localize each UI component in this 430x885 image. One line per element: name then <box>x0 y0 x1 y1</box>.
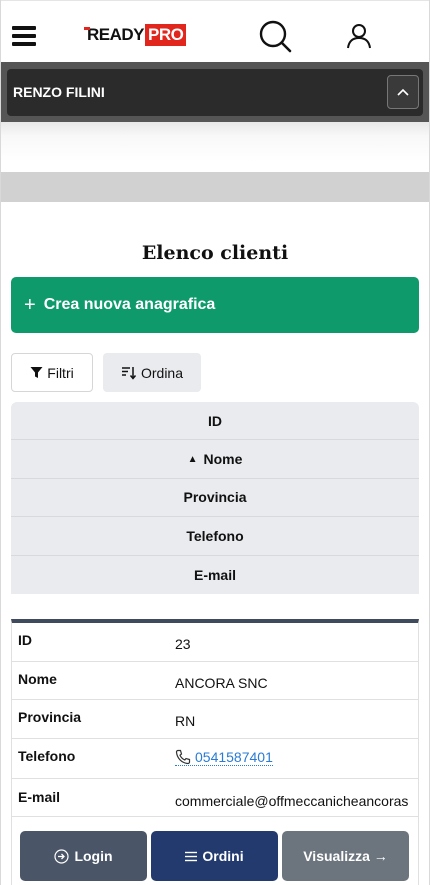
client-field-id: ID 23 <box>12 623 418 662</box>
sort-button[interactable]: Ordina <box>103 353 201 392</box>
phone-link[interactable]: 0541587401 <box>175 749 273 766</box>
sort-options-table: ID ▲ Nome Provincia Telefono E-mail <box>11 402 419 594</box>
field-label: Provincia <box>18 709 82 725</box>
client-field-telefono: Telefono 0541587401 <box>12 739 418 779</box>
login-icon <box>54 848 70 864</box>
sort-option-label: Nome <box>203 451 243 468</box>
phone-icon <box>175 749 191 764</box>
filter-button[interactable]: Filtri <box>11 353 93 392</box>
sort-option-email[interactable]: E-mail <box>11 556 419 594</box>
sort-label: Ordina <box>140 364 184 381</box>
sort-option-label: ID <box>208 412 222 429</box>
hamburger-icon[interactable] <box>12 26 36 46</box>
shadow-spacer <box>1 122 429 172</box>
sort-option-provincia[interactable]: Provincia <box>11 479 419 518</box>
client-field-email: E-mail commerciale@offmeccanicheancoras <box>12 779 418 817</box>
caret-up-icon: ▲ <box>187 453 198 465</box>
client-actions: Login Ordini Visualizza → <box>20 831 412 881</box>
list-icon <box>185 851 198 861</box>
top-header: READY PRO <box>1 0 429 62</box>
field-label: Nome <box>18 670 57 687</box>
grey-band <box>1 172 429 202</box>
ready-pro-logo[interactable]: READY PRO <box>83 24 187 46</box>
search-icon[interactable] <box>257 19 293 55</box>
field-value: RN <box>175 713 196 729</box>
orders-label: Ordini <box>202 848 244 864</box>
user-icon[interactable] <box>346 23 372 49</box>
plus-icon: + <box>24 294 36 316</box>
collapse-button[interactable] <box>387 75 419 109</box>
filter-label: Filtri <box>47 364 74 381</box>
view-label: Visualizza → <box>303 848 388 864</box>
logo-pro-text: PRO <box>145 24 187 46</box>
client-card: ID 23 Nome ANCORA SNC Provincia RN Telef… <box>11 619 419 885</box>
page-title: Elenco clienti <box>141 242 289 264</box>
field-label: ID <box>18 632 32 648</box>
sort-option-nome[interactable]: ▲ Nome <box>11 440 419 479</box>
login-label: Login <box>74 848 113 864</box>
client-field-provincia: Provincia RN <box>12 700 418 739</box>
view-button[interactable]: Visualizza → <box>282 831 409 881</box>
sort-option-telefono[interactable]: Telefono <box>11 517 419 556</box>
sort-option-label: Provincia <box>183 489 247 506</box>
sort-icon <box>121 366 137 380</box>
phone-number: 0541587401 <box>195 748 273 765</box>
field-label: E-mail <box>18 788 61 805</box>
funnel-icon <box>30 367 43 378</box>
sort-option-label: E-mail <box>193 566 236 583</box>
field-label: Telefono <box>18 747 76 764</box>
orders-button[interactable]: Ordini <box>151 831 278 881</box>
login-button[interactable]: Login <box>20 831 147 881</box>
client-field-nome: Nome ANCORA SNC <box>12 662 418 700</box>
sort-option-id[interactable]: ID <box>11 402 419 441</box>
chevron-up-icon <box>397 88 409 96</box>
user-name: RENZO FILINI <box>13 84 105 100</box>
email-value: commerciale@offmeccanicheancoras <box>175 792 409 809</box>
user-bar-container: RENZO FILINI <box>1 62 429 122</box>
create-client-label: Crea nuova anagrafica <box>43 296 216 313</box>
create-client-button[interactable]: + Crea nuova anagrafica <box>11 277 419 333</box>
field-value: 23 <box>175 636 191 652</box>
sort-option-label: Telefono <box>186 527 244 544</box>
field-value: ANCORA SNC <box>175 674 268 691</box>
logo-ready-text: READY <box>83 25 145 44</box>
user-bar: RENZO FILINI <box>7 69 423 116</box>
